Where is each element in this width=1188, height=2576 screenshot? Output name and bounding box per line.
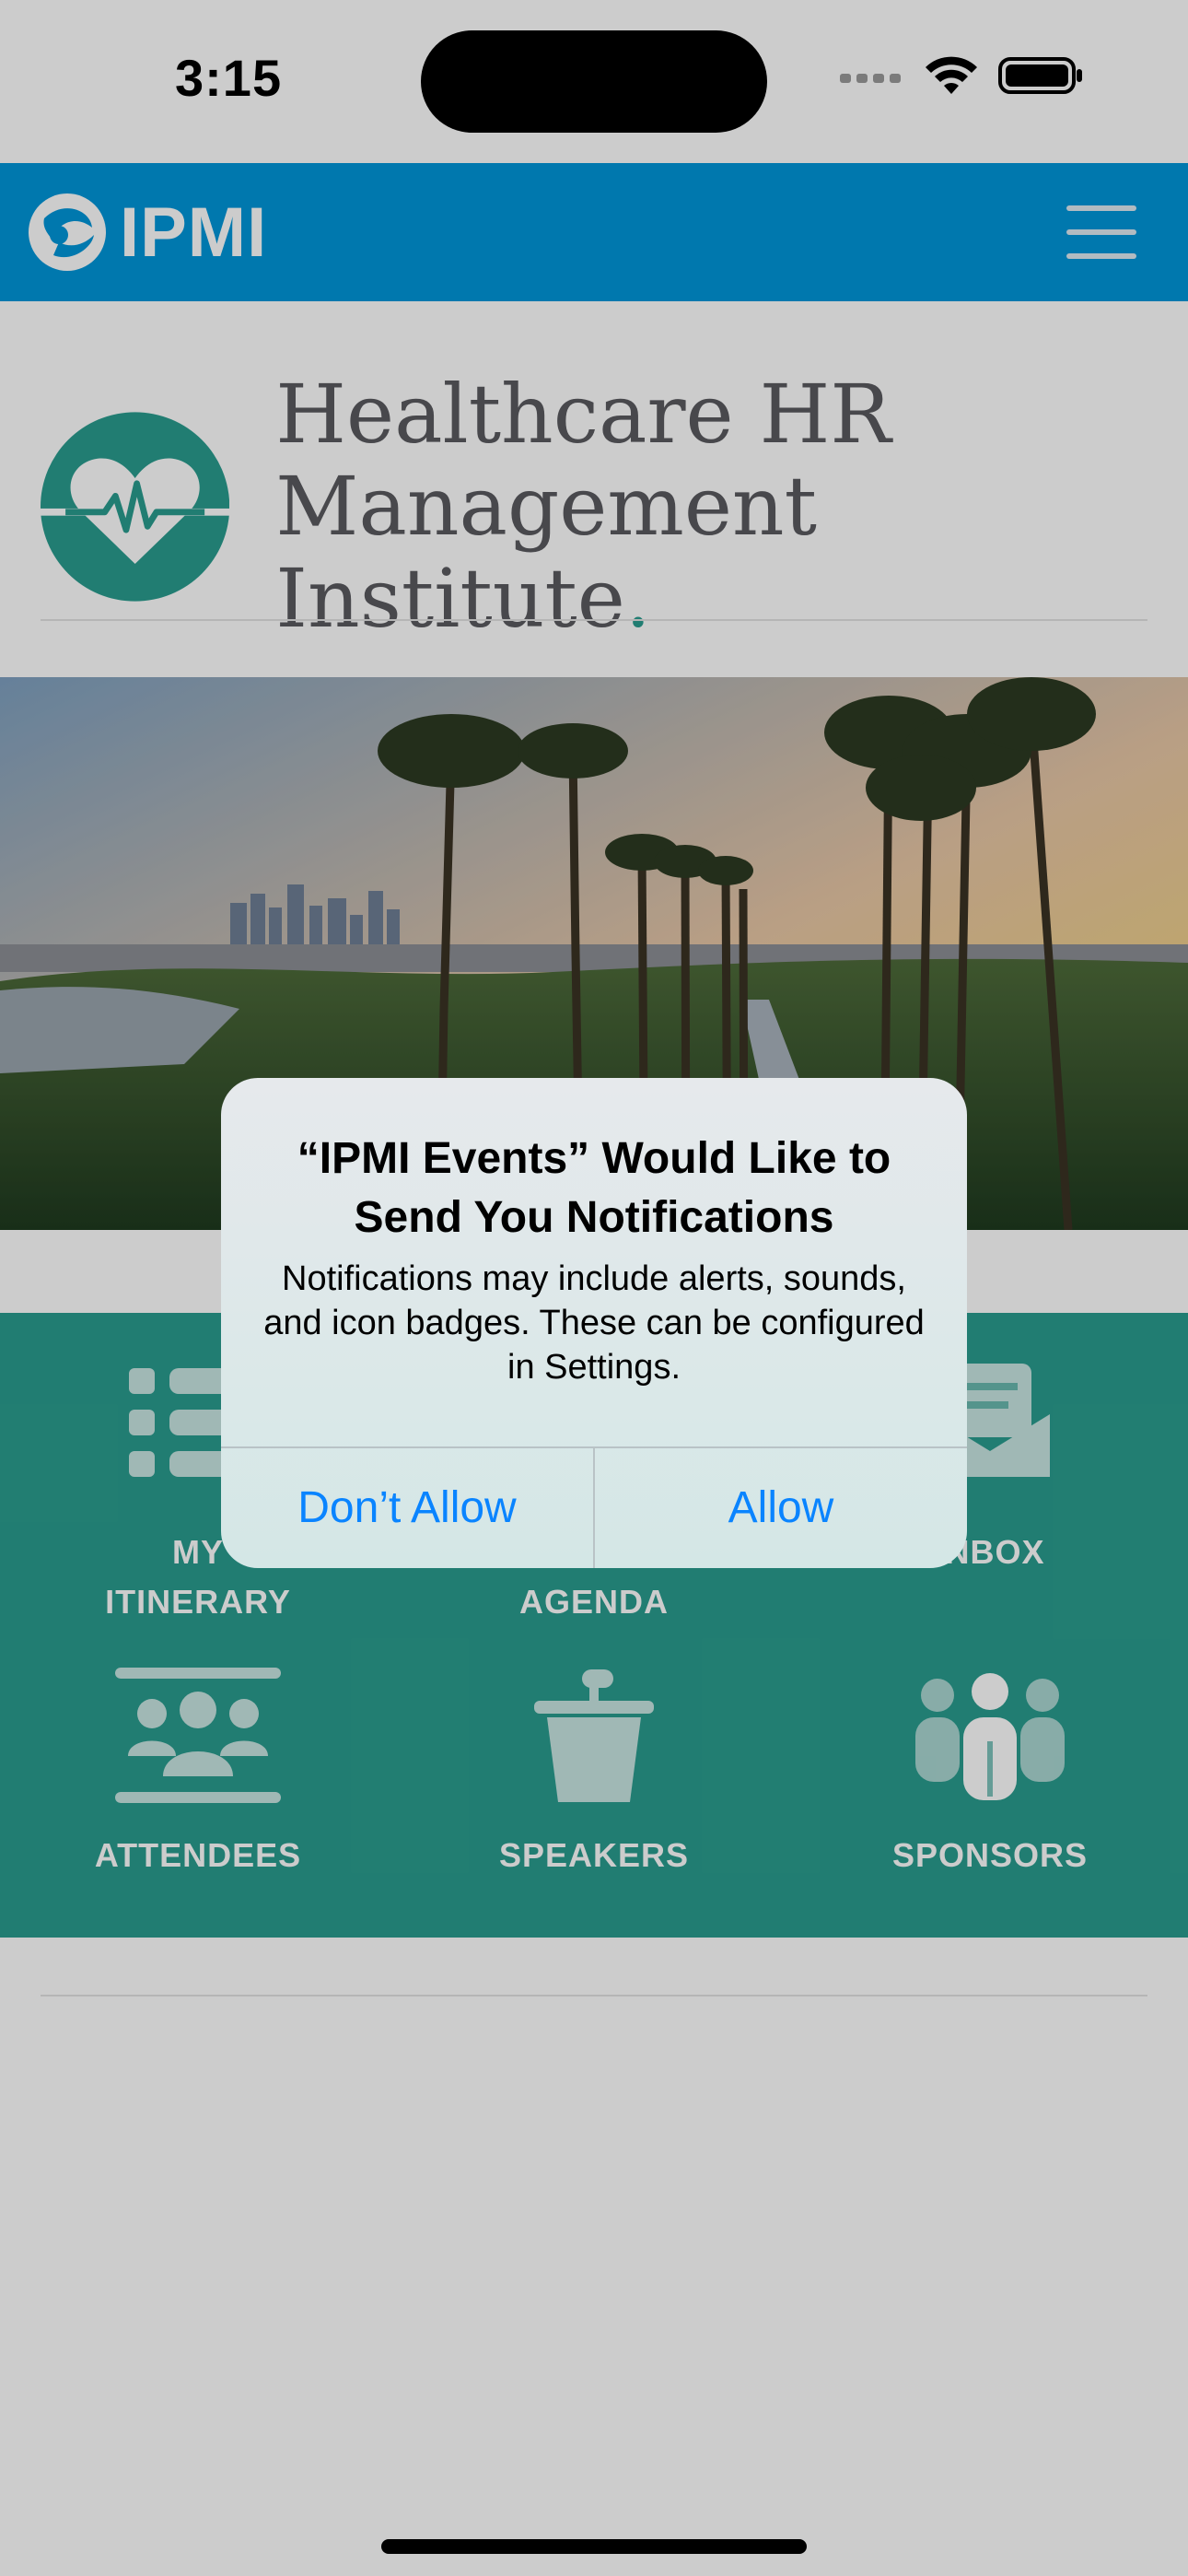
allow-button[interactable]: Allow [595,1448,967,1568]
dont-allow-button[interactable]: Don’t Allow [221,1448,593,1568]
notification-permission-alert: “IPMI Events” Would Like to Send You Not… [221,1078,967,1568]
home-indicator[interactable] [381,2539,807,2554]
alert-title: “IPMI Events” Would Like to Send You Not… [297,1134,891,1242]
alert-message: Notifications may include alerts, sounds… [263,1259,925,1387]
